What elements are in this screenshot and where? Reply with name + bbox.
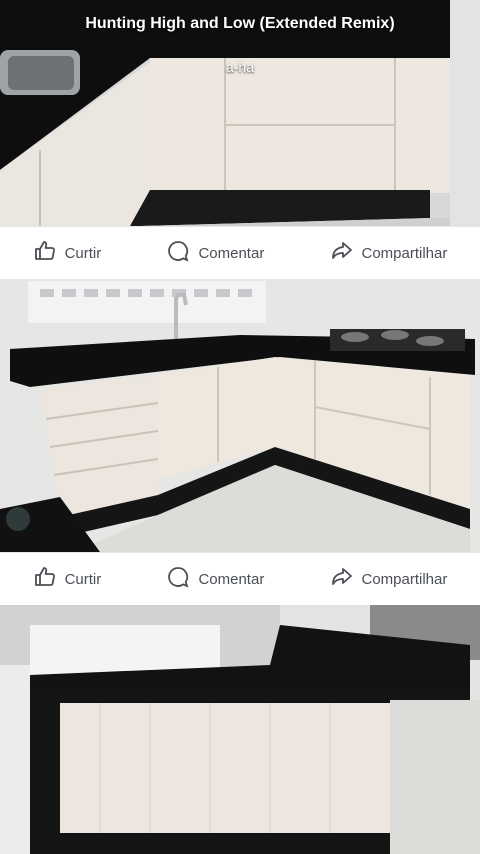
post-actions-1: Curtir Comentar Compartilhar bbox=[0, 226, 480, 280]
share-label: Compartilhar bbox=[361, 244, 448, 262]
thumbs-up-icon bbox=[33, 239, 57, 267]
share-button[interactable]: Compartilhar bbox=[330, 565, 448, 593]
comment-bubble-icon bbox=[166, 565, 190, 593]
like-label: Curtir bbox=[64, 570, 102, 588]
comment-label: Comentar bbox=[198, 244, 265, 262]
song-title[interactable]: Hunting High and Low (Extended Remix) bbox=[0, 14, 480, 34]
comment-button[interactable]: Comentar bbox=[166, 565, 264, 593]
post-photo-2[interactable] bbox=[0, 279, 480, 552]
like-label: Curtir bbox=[64, 244, 102, 262]
post-actions-2: Curtir Comentar Compartilhar bbox=[0, 552, 480, 606]
song-artist[interactable]: a-ha bbox=[0, 59, 480, 75]
share-button[interactable]: Compartilhar bbox=[330, 239, 448, 267]
comment-button[interactable]: Comentar bbox=[166, 239, 264, 267]
like-button[interactable]: Curtir bbox=[33, 239, 102, 267]
thumbs-up-icon bbox=[33, 565, 57, 593]
share-label: Compartilhar bbox=[361, 570, 448, 588]
like-button[interactable]: Curtir bbox=[33, 565, 102, 593]
kitchen-photo-2 bbox=[0, 279, 480, 552]
post-photo-3[interactable] bbox=[0, 605, 480, 854]
post-photo-1[interactable]: Hunting High and Low (Extended Remix) a-… bbox=[0, 0, 480, 226]
kitchen-photo-3 bbox=[0, 605, 480, 854]
comment-label: Comentar bbox=[198, 570, 265, 588]
share-arrow-icon bbox=[330, 565, 354, 593]
share-arrow-icon bbox=[330, 239, 354, 267]
comment-bubble-icon bbox=[166, 239, 190, 267]
